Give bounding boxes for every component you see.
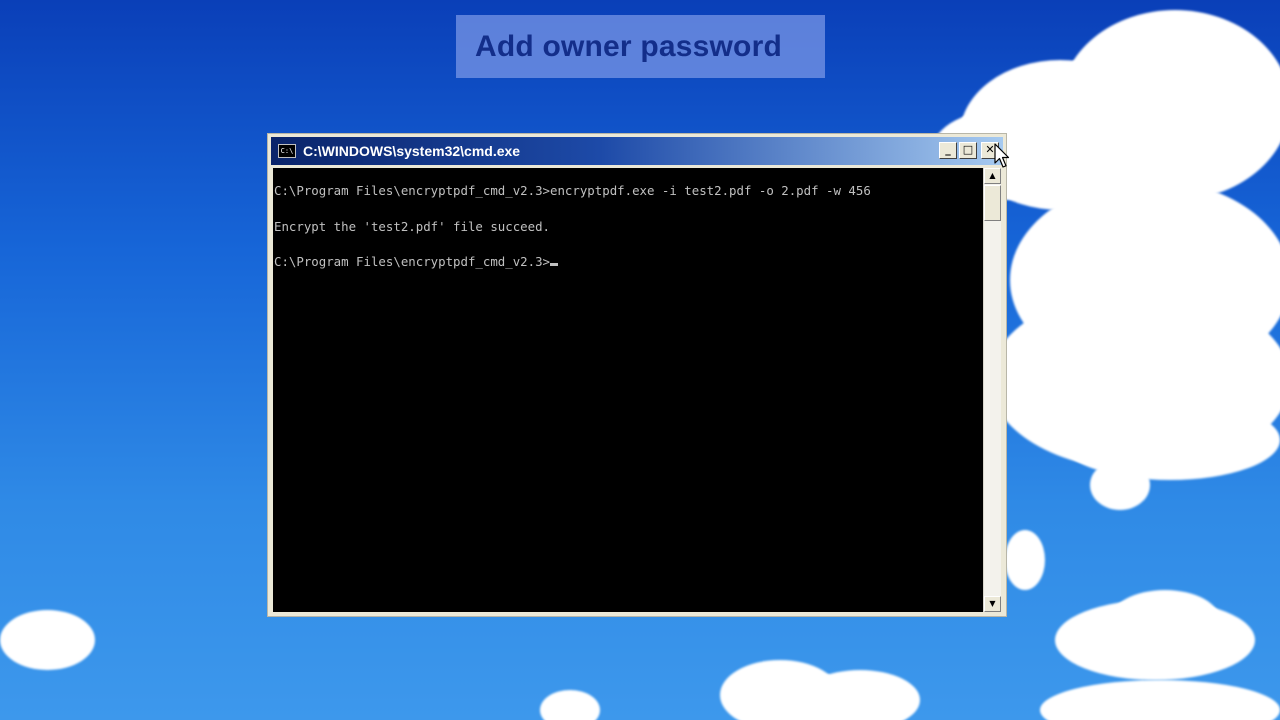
cmd-window: C:\ C:\WINDOWS\system32\cmd.exe _ □ ✕ C:… <box>267 133 1007 617</box>
console-app-icon[interactable]: C:\ <box>278 144 296 158</box>
mouse-pointer-icon <box>994 143 1010 168</box>
console-line-prompt: C:\Program Files\encryptpdf_cmd_v2.3> <box>274 254 983 290</box>
maximize-button[interactable]: □ <box>959 142 977 159</box>
prompt-text: C:\Program Files\encryptpdf_cmd_v2.3> <box>274 254 551 269</box>
caption-text: Add owner password <box>475 29 782 63</box>
console-output[interactable]: C:\Program Files\encryptpdf_cmd_v2.3>enc… <box>273 168 983 612</box>
scroll-down-arrow-icon[interactable]: ▼ <box>984 596 1001 612</box>
window-title: C:\WINDOWS\system32\cmd.exe <box>303 143 521 159</box>
caption-banner: Add owner password <box>456 15 825 78</box>
vertical-scrollbar[interactable]: ▲ ▼ <box>983 168 1001 612</box>
scrollbar-thumb[interactable] <box>984 185 1001 221</box>
text-cursor <box>550 263 559 266</box>
window-controls: _ □ ✕ <box>939 142 999 159</box>
console-line-result: Encrypt the 'test2.pdf' file succeed. <box>274 218 551 234</box>
scroll-up-arrow-icon[interactable]: ▲ <box>984 168 1001 184</box>
title-bar[interactable]: C:\ C:\WINDOWS\system32\cmd.exe _ □ ✕ <box>271 137 1003 165</box>
console-line-command: C:\Program Files\encryptpdf_cmd_v2.3>enc… <box>274 183 871 198</box>
minimize-button[interactable]: _ <box>939 142 957 159</box>
